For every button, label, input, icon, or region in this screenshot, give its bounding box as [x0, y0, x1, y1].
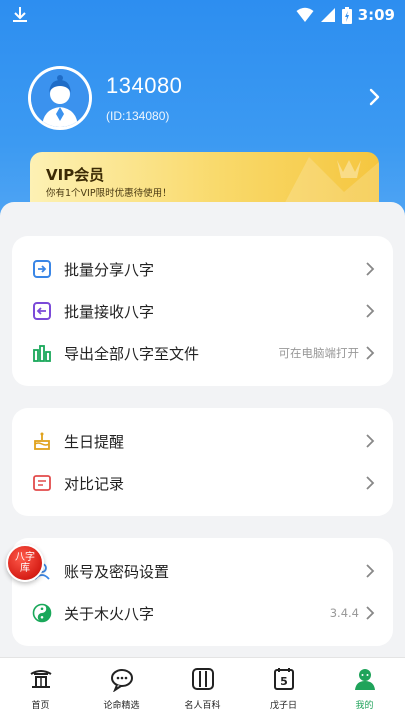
bazi-library-float-button[interactable]: 八字库	[6, 544, 44, 582]
account-settings-row[interactable]: 账号及密码设置	[12, 550, 393, 592]
birthday-cake-icon	[34, 432, 50, 450]
account-settings-label: 账号及密码设置	[64, 562, 170, 581]
tab-celebrities[interactable]: 名人百科	[162, 658, 243, 720]
birthday-reminder-label: 生日提醒	[64, 432, 125, 451]
signal-icon	[320, 8, 335, 22]
reminder-card: 生日提醒 对比记录	[12, 408, 393, 516]
clock-time: 3:09	[357, 6, 395, 24]
vip-subtitle: 你有1个VIP限时优惠待使用！	[46, 188, 172, 199]
chevron-right-icon	[366, 564, 375, 578]
batch-receive-label: 批量接收八字	[64, 302, 155, 321]
tab-featured-label: 论命精选	[103, 701, 140, 711]
tab-home[interactable]: 首页	[0, 658, 81, 720]
tab-home-label: 首页	[31, 701, 50, 711]
export-all-row[interactable]: 导出全部八字至文件 可在电脑端打开	[12, 332, 393, 374]
chat-bubble-icon	[110, 669, 133, 692]
batch-receive-row[interactable]: 批量接收八字	[12, 290, 393, 332]
about-app-label: 关于木火八字	[64, 604, 155, 623]
user-profile-icon	[354, 669, 375, 690]
batch-share-row[interactable]: 批量分享八字	[12, 248, 393, 290]
export-chart-icon	[33, 345, 51, 362]
profile-header[interactable]: 134080 (ID:134080)	[28, 66, 388, 130]
tab-calendar[interactable]: 5 戊子日	[243, 658, 324, 720]
book-columns-icon	[191, 668, 214, 690]
share-batch-icon	[33, 260, 51, 278]
tab-profile[interactable]: 我的	[324, 658, 405, 720]
home-pavilion-icon	[29, 670, 52, 688]
compare-record-row[interactable]: 对比记录	[12, 462, 393, 504]
chevron-right-icon	[366, 606, 375, 620]
settings-card: 账号及密码设置 关于木火八字 3.4.4	[12, 538, 393, 646]
status-bar: 3:09	[0, 0, 405, 30]
chevron-right-icon	[366, 346, 375, 360]
birthday-reminder-row[interactable]: 生日提醒	[12, 420, 393, 462]
chevron-right-icon	[366, 476, 375, 490]
user-avatar-icon	[31, 69, 89, 127]
tab-profile-label: 我的	[355, 701, 374, 711]
user-name: 134080	[106, 73, 183, 98]
export-hint: 可在电脑端打开	[278, 346, 360, 360]
calendar-icon: 5	[273, 668, 294, 690]
data-management-card: 批量分享八字 批量接收八字 导出全部八字至文件 可在电脑端打开	[12, 236, 393, 386]
compare-record-label: 对比记录	[64, 474, 125, 493]
download-icon	[13, 7, 27, 22]
receive-batch-icon	[33, 302, 51, 320]
tab-featured[interactable]: 论命精选	[81, 658, 162, 720]
chevron-right-icon	[366, 262, 375, 276]
chevron-right-icon[interactable]	[366, 86, 384, 108]
app-version: 3.4.4	[329, 606, 359, 620]
tab-calendar-label: 戊子日	[269, 701, 297, 711]
batch-share-label: 批量分享八字	[64, 260, 155, 279]
compare-record-icon	[33, 475, 51, 491]
export-all-label: 导出全部八字至文件	[64, 344, 200, 363]
calendar-day-number: 5	[280, 675, 288, 688]
wifi-icon	[296, 7, 314, 22]
about-app-row[interactable]: 关于木火八字 3.4.4	[12, 592, 393, 634]
chevron-right-icon	[366, 304, 375, 318]
vip-title: VIP会员	[46, 166, 105, 184]
float-badge-label: 八字库	[15, 552, 35, 574]
tab-celebrities-label: 名人百科	[184, 701, 221, 711]
avatar[interactable]	[28, 66, 92, 130]
user-id: (ID:134080)	[106, 109, 170, 123]
yin-yang-icon	[32, 603, 52, 623]
battery-icon	[341, 6, 352, 24]
bottom-tab-bar: 首页 论命精选 名人百科 5 戊子日 我的	[0, 657, 405, 720]
chevron-right-icon	[366, 434, 375, 448]
